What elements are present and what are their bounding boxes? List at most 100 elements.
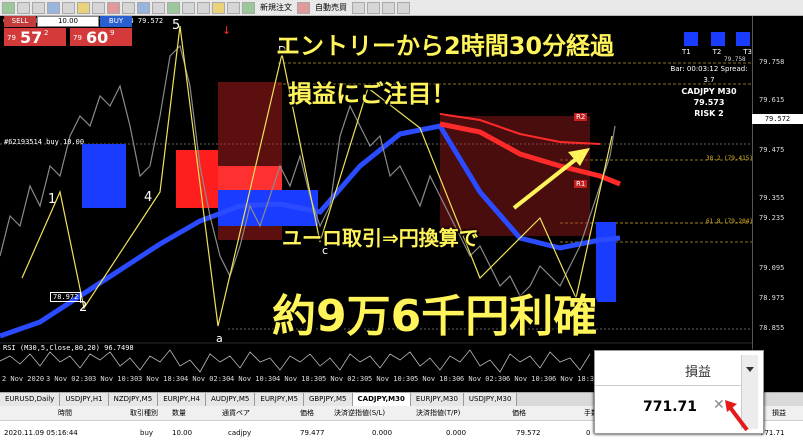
column-header[interactable]: 価格 <box>300 408 314 418</box>
supply-zone <box>440 116 590 236</box>
buy-button[interactable]: BUY <box>100 16 132 27</box>
column-header[interactable]: 決済指値(T/P) <box>416 408 460 418</box>
x-tick: 5 Nov 02:30 <box>322 375 369 383</box>
one-click-trading-panel: SELL 10.00 BUY 79 57 2 79 60 9 <box>4 16 132 47</box>
toolbar-button[interactable] <box>107 1 120 14</box>
current-price-tag: 79.572 <box>752 114 803 124</box>
column-header[interactable]: 取引種別 <box>130 408 158 418</box>
toolbar-button[interactable] <box>182 1 195 14</box>
info-risk: RISK 2 <box>694 109 724 118</box>
auto-trade-button[interactable]: 自動売買 <box>312 2 350 13</box>
chart-tab[interactable]: EURUSD,Daily <box>0 393 61 406</box>
chart-tab[interactable]: USDJPY,H1 <box>60 393 109 406</box>
toolbar-button[interactable] <box>32 1 45 14</box>
wave-label-a: a <box>216 332 223 345</box>
auto-trade-icon[interactable] <box>297 1 310 14</box>
zoom-profit-label: 損益 <box>685 365 712 380</box>
chart-tab-active[interactable]: CADJPY,M30 <box>352 393 411 406</box>
toolbar-button[interactable] <box>367 1 380 14</box>
y-tick: 79.235 <box>759 214 785 222</box>
toolbar-button[interactable] <box>47 1 60 14</box>
x-tick: 6 Nov 02:30 <box>460 375 507 383</box>
chart-tab[interactable]: NZDJPY,M5 <box>108 393 159 406</box>
fib-label-top: 79.758 <box>724 56 746 63</box>
cell-time: 2020.11.09 05:16:44 <box>4 429 78 437</box>
lot-size-input[interactable]: 10.00 <box>37 16 99 27</box>
toolbar-button[interactable] <box>212 1 225 14</box>
target-label-t2: T2 <box>712 48 722 56</box>
sell-price-button[interactable]: 79 57 2 <box>4 28 66 47</box>
y-tick: 78.855 <box>759 324 785 332</box>
new-order-icon[interactable] <box>242 1 255 14</box>
caption-watch-profit: 損益にご注目！ <box>288 80 456 108</box>
chart-tab[interactable]: GBPJPY,M5 <box>303 393 353 406</box>
indicator-info-box: Bar: 00:03:12 Spread: 3.7 CADJPY M30 79.… <box>666 64 752 119</box>
sell-price-prefix: 79 <box>7 34 16 42</box>
x-tick: 5 Nov 10:30 <box>368 375 415 383</box>
cell-commission: 0 <box>586 429 591 437</box>
supply-zone-block <box>218 166 282 190</box>
x-tick: 3 Nov 18:30 <box>138 375 185 383</box>
column-header[interactable]: 価格 <box>512 408 526 418</box>
chart-tab[interactable]: EURJPY,H4 <box>158 393 206 406</box>
toolbar-button[interactable] <box>397 1 410 14</box>
column-header[interactable]: 時間 <box>58 408 72 418</box>
cell-volume: 10.00 <box>172 429 193 437</box>
toolbar-button[interactable] <box>77 1 90 14</box>
toolbar-button[interactable] <box>62 1 75 14</box>
sell-button[interactable]: SELL <box>4 16 36 27</box>
column-header[interactable]: 決済逆指値(S/L) <box>334 408 385 418</box>
pointer-arrow-icon <box>725 400 749 432</box>
toolbar-button[interactable] <box>227 1 240 14</box>
toolbar-button[interactable] <box>382 1 395 14</box>
column-header[interactable]: 損益 <box>772 408 786 418</box>
toolbar-button[interactable] <box>137 1 150 14</box>
toolbar-button[interactable] <box>92 1 105 14</box>
target-label-t3: T3 <box>743 48 752 56</box>
y-tick: 79.355 <box>759 194 785 202</box>
column-header[interactable]: 通貨ペア <box>222 408 250 418</box>
buy-price-button[interactable]: 79 60 9 <box>70 28 132 47</box>
toolbar: 新規注文 自動売買 <box>0 0 803 16</box>
x-tick: 4 Nov 10:30 <box>230 375 277 383</box>
cell-tp: 0.000 <box>446 429 467 437</box>
chart-tab[interactable]: EURJPY,M30 <box>410 393 464 406</box>
zoom-profit-value: 771.71 <box>643 399 698 415</box>
cell-sl: 0.000 <box>372 429 393 437</box>
toolbar-button[interactable] <box>167 1 180 14</box>
y-tick: 79.095 <box>759 264 785 272</box>
sell-price-big: 57 <box>20 28 43 47</box>
chart-tab[interactable]: EURJPY,M5 <box>255 393 304 406</box>
target-blocks <box>684 32 754 48</box>
target-labels: T1 T2 T3 <box>682 48 752 56</box>
y-tick: 78.975 <box>759 294 785 302</box>
wave-label-5: 5 <box>172 18 181 33</box>
x-tick: 6 Nov 10:30 <box>506 375 553 383</box>
cell-type: buy <box>140 429 154 437</box>
column-header[interactable]: 数量 <box>172 408 186 418</box>
new-order-button[interactable]: 新規注文 <box>257 2 295 13</box>
toolbar-button[interactable] <box>197 1 210 14</box>
position-line-label: #62193514 buy 10.00 <box>4 138 85 146</box>
toolbar-button[interactable] <box>352 1 365 14</box>
info-price: 79.573 <box>693 98 725 107</box>
wave-label-2: 2 <box>79 300 88 315</box>
toolbar-button[interactable] <box>152 1 165 14</box>
price-axis[interactable]: 79.758 79.615 79.475 79.355 79.235 79.09… <box>752 16 803 353</box>
x-tick: 5 Nov 18:30 <box>414 375 461 383</box>
toolbar-button[interactable] <box>2 1 15 14</box>
toolbar-button[interactable] <box>17 1 30 14</box>
zoom-divider <box>595 385 741 386</box>
rsi-label: RSI (M30,5,Close,80,20) 96.7498 <box>3 344 134 352</box>
scroll-arrow-icon[interactable] <box>746 367 754 372</box>
x-tick: 3 Nov 10:30 <box>92 375 139 383</box>
cell-price: 79.572 <box>516 429 541 437</box>
down-arrow-icon: ↓ <box>222 24 231 37</box>
toolbar-button[interactable] <box>122 1 135 14</box>
chart-tab[interactable]: USDJPY,M30 <box>463 393 518 406</box>
y-tick: 79.615 <box>759 96 785 104</box>
fib-label-618: 61.8 (79.204) <box>706 218 753 225</box>
chart-tab[interactable]: AUDJPY,M5 <box>205 393 256 406</box>
wave-label-4: 4 <box>144 190 153 205</box>
caption-elapsed: エントリーから2時間30分経過 <box>276 32 615 60</box>
